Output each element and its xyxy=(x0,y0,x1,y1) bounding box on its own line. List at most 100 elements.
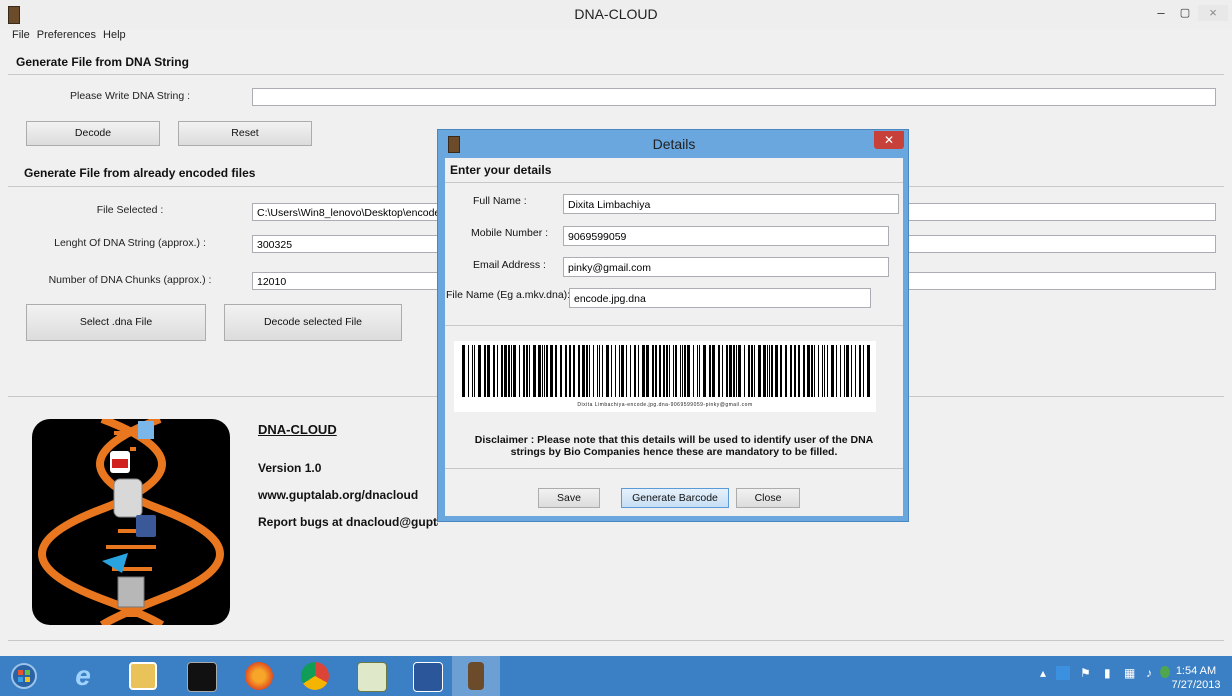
decode-button[interactable]: Decode xyxy=(26,121,160,146)
taskbar-word[interactable] xyxy=(402,656,450,696)
taskbar-dna-cloud[interactable] xyxy=(452,656,500,696)
file-name-input[interactable]: encode.jpg.dna xyxy=(569,288,871,308)
barcode-bar xyxy=(744,345,745,397)
barcode-bar xyxy=(646,345,649,397)
barcode-bar xyxy=(474,345,475,397)
barcode-bar xyxy=(565,345,567,397)
barcode-bar xyxy=(748,345,750,397)
generate-barcode-button[interactable]: Generate Barcode xyxy=(621,488,729,508)
barcode-bar xyxy=(767,345,768,397)
barcode-bar xyxy=(550,345,553,397)
reset-button[interactable]: Reset xyxy=(178,121,312,146)
menu-preferences[interactable]: Preferences xyxy=(37,29,96,41)
select-dna-file-button[interactable]: Select .dna File xyxy=(26,304,206,341)
barcode-bar xyxy=(504,345,507,397)
barcode-bar xyxy=(519,345,520,397)
minimize-button[interactable]: – xyxy=(1150,5,1172,21)
taskbar-command-prompt[interactable] xyxy=(176,656,224,696)
barcode-bar xyxy=(722,345,723,397)
dialog-title: Details xyxy=(652,136,696,152)
barcode-bar xyxy=(867,345,870,397)
word-icon xyxy=(413,662,443,692)
barcode-bar xyxy=(468,345,469,397)
barcode-bar xyxy=(699,345,700,397)
barcode-bar xyxy=(497,345,498,397)
barcode-bar xyxy=(589,345,590,397)
dialog-body: Enter your details Full Name : Dixita Li… xyxy=(445,158,903,516)
barcode-bar xyxy=(758,345,761,397)
barcode-bar xyxy=(619,345,620,397)
barcode-bar xyxy=(533,345,536,397)
barcode-bar xyxy=(484,345,486,397)
power-icon[interactable]: ▮ xyxy=(1104,666,1111,680)
about-app-name[interactable]: DNA-CLOUD xyxy=(258,422,337,437)
barcode-bar xyxy=(712,345,715,397)
barcode-bar xyxy=(526,345,528,397)
dna-string-input[interactable] xyxy=(252,88,1216,106)
file-selected-label: File Selected : xyxy=(96,204,164,216)
barcode-bar xyxy=(709,345,711,397)
taskbar-chrome[interactable] xyxy=(290,656,338,696)
menu-help[interactable]: Help xyxy=(103,29,126,41)
barcode-bar xyxy=(844,345,845,397)
barcode-bar xyxy=(593,345,594,397)
clock-date[interactable]: 7/27/2013 xyxy=(1168,679,1224,691)
barcode-bar xyxy=(542,345,543,397)
barcode-bar xyxy=(754,345,755,397)
close-dialog-button[interactable]: Close xyxy=(736,488,800,508)
clock-time[interactable]: 1:54 AM xyxy=(1168,665,1224,677)
flag-icon[interactable]: ⚑ xyxy=(1080,666,1091,680)
barcode-bar xyxy=(673,345,674,397)
about-website[interactable]: www.guptalab.org/dnacloud xyxy=(258,488,418,502)
barcode-bar xyxy=(638,345,639,397)
start-icon xyxy=(11,663,37,689)
barcode-bar xyxy=(493,345,495,397)
dialog-close-button[interactable]: ✕ xyxy=(874,131,904,149)
barcode-bar xyxy=(611,345,612,397)
barcode-bar xyxy=(462,345,465,397)
divider xyxy=(445,468,903,469)
barcode-bar xyxy=(478,345,481,397)
barcode-bar xyxy=(487,345,490,397)
section-dna-string-title: Generate File from DNA String xyxy=(16,55,189,69)
dna-string-label: Please Write DNA String : xyxy=(69,90,191,102)
barcode-bar xyxy=(684,345,686,397)
barcode-bar xyxy=(769,345,770,397)
barcode-bar xyxy=(794,345,796,397)
decode-selected-file-button[interactable]: Decode selected File xyxy=(224,304,402,341)
dialog-heading: Enter your details xyxy=(450,163,552,177)
barcode-caption: Dixita Limbachiya-encode.jpg.dna-9069599… xyxy=(577,402,753,408)
taskbar-texmaker[interactable] xyxy=(346,656,394,696)
mobile-number-input[interactable]: 9069599059 xyxy=(563,226,889,246)
dna-helix-icon xyxy=(38,419,224,625)
full-name-label: Full Name : xyxy=(473,195,527,207)
taskbar-internet-explorer[interactable]: e xyxy=(58,656,106,696)
language-icon[interactable] xyxy=(1056,666,1070,680)
barcode-bar xyxy=(659,345,661,397)
divider xyxy=(8,74,1224,75)
barcode-bar xyxy=(831,345,834,397)
barcode-bar xyxy=(827,345,828,397)
show-hidden-icons[interactable]: ▴ xyxy=(1040,666,1046,680)
full-name-input[interactable]: Dixita Limbachiya xyxy=(563,194,899,214)
divider xyxy=(8,640,1224,641)
start-button[interactable] xyxy=(0,656,48,696)
window-title: DNA-CLOUD xyxy=(574,6,658,22)
maximize-button[interactable]: ▢ xyxy=(1174,5,1196,21)
barcode-bar xyxy=(733,345,735,397)
barcode-bar xyxy=(697,345,698,397)
details-dialog: Details ✕ Enter your details Full Name :… xyxy=(437,129,909,522)
save-button[interactable]: Save xyxy=(538,488,600,508)
close-button[interactable]: × xyxy=(1198,5,1228,21)
dna-cloud-logo xyxy=(32,419,230,625)
volume-icon[interactable]: ♪ xyxy=(1146,666,1152,680)
taskbar-file-explorer[interactable] xyxy=(118,656,166,696)
network-icon[interactable]: ▦ xyxy=(1124,666,1135,680)
barcode-bar xyxy=(538,345,541,397)
barcode-bar xyxy=(602,345,603,397)
barcode-bar xyxy=(718,345,720,397)
barcode-bar xyxy=(840,345,841,397)
email-address-input[interactable]: pinky@gmail.com xyxy=(563,257,889,277)
taskbar-firefox[interactable] xyxy=(234,656,282,696)
menu-file[interactable]: File xyxy=(12,29,30,41)
